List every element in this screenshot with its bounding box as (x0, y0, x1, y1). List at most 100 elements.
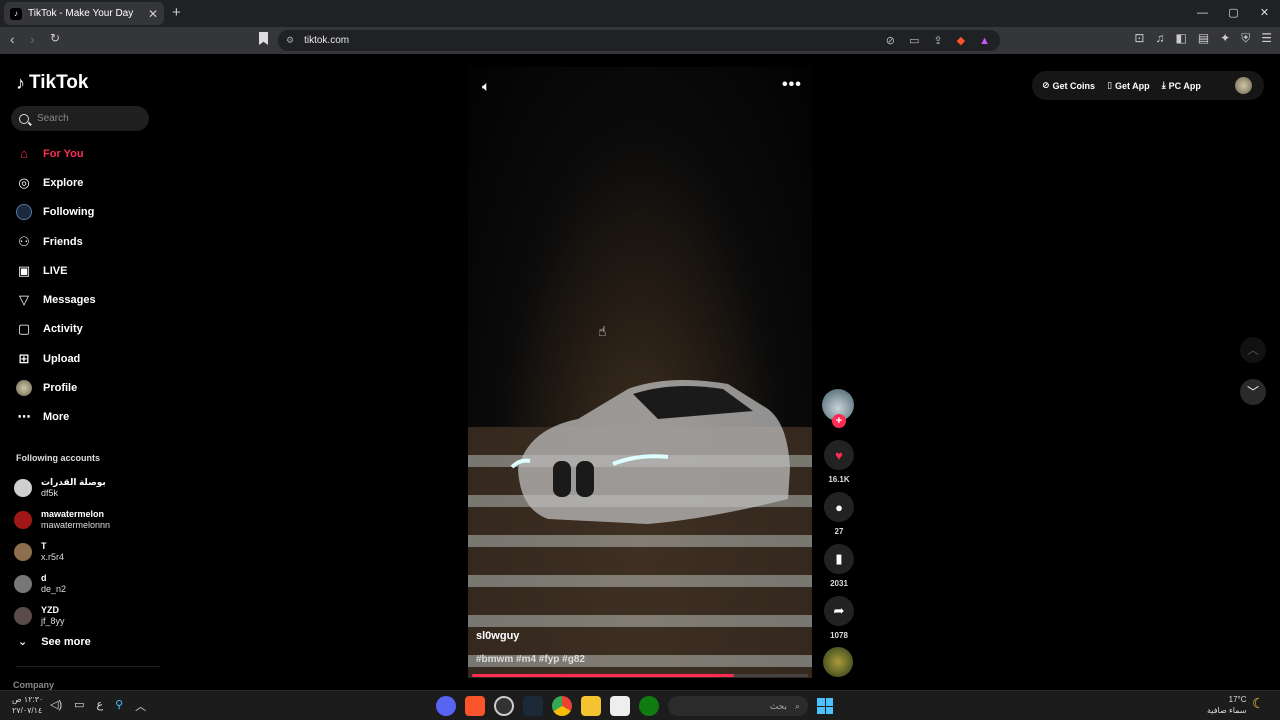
volume-icon[interactable]: 🔈︎ (482, 78, 490, 95)
share-icon[interactable]: ⇪ (933, 34, 942, 47)
forward-icon[interactable]: › (30, 31, 35, 47)
windows-start-icon[interactable] (817, 698, 833, 714)
clock-time: ١٢:٣٠ ص (12, 695, 44, 704)
nav-label: Explore (43, 176, 84, 189)
taskbar-clock[interactable]: ١٢:٣٠ ص ٢٧/٠٧/١٤ (12, 694, 43, 716)
get-app-button[interactable]: ▯ Get App (1107, 80, 1150, 91)
taskbar-weather[interactable]: 17°C سماء صافية (1207, 694, 1247, 716)
site-info-icon[interactable]: ⚙ (286, 35, 294, 46)
vpn-icon[interactable]: ⛨ (1241, 31, 1250, 46)
video-progress-bar[interactable] (472, 674, 808, 677)
nav-item-following[interactable]: Following (0, 198, 160, 227)
tiktok-logo[interactable]: ♪ TikTok (16, 72, 88, 94)
new-tab-button[interactable]: + (172, 4, 181, 21)
following-account-item[interactable]: d de_n2 (14, 568, 154, 600)
tray-expand-icon[interactable]: ︿ (135, 698, 146, 714)
cast-icon[interactable]: ▭ (909, 34, 919, 47)
display-icon[interactable]: ▭ (74, 698, 84, 714)
store-icon[interactable] (610, 696, 630, 716)
brave-rewards-icon[interactable]: ▲ (979, 35, 990, 47)
search-input[interactable]: Search (11, 106, 149, 131)
tiktok-favicon-icon: ♪ (10, 7, 22, 20)
search-placeholder: Search (37, 113, 69, 124)
minimize-button[interactable]: — (1187, 0, 1218, 27)
company-link[interactable]: Company (13, 680, 54, 690)
language-indicator[interactable]: ع (97, 698, 104, 714)
comment-icon[interactable]: ● (824, 492, 854, 522)
discord-icon[interactable] (436, 696, 456, 716)
share-count: 1078 (830, 631, 848, 640)
pc-app-button[interactable]: ⤓ PC App (1162, 80, 1201, 91)
bookmark-icon[interactable] (259, 32, 268, 45)
nav-item-for-you[interactable]: ⌂ For You (0, 139, 160, 168)
nav-item-explore[interactable]: ◎ Explore (0, 168, 160, 197)
bookmark-save-icon[interactable]: ▮ (824, 544, 854, 574)
nav-item-activity[interactable]: ▢ Activity (0, 315, 160, 344)
get-coins-button[interactable]: ⊘ Get Coins (1042, 80, 1095, 91)
url-field[interactable]: ⚙ tiktok.com ⊘ ▭ ⇪ ◆ ▲ (278, 30, 1000, 51)
following-account-item[interactable]: YZD jf_8yy (14, 600, 154, 632)
brave-icon[interactable] (465, 696, 485, 716)
taskbar-search[interactable]: بحث ⌕ (668, 696, 808, 716)
previous-video-button[interactable]: ︿ (1240, 337, 1266, 363)
nav-item-more[interactable]: ⋯ More (0, 403, 160, 432)
screenshot-icon[interactable]: ⊡ (1134, 31, 1144, 46)
video-player[interactable] (468, 67, 812, 678)
creator-avatar[interactable]: + (822, 389, 854, 428)
nav-item-upload[interactable]: ⊞ Upload (0, 344, 160, 373)
save-action[interactable]: ▮ 2031 (823, 544, 855, 588)
video-tags[interactable]: #bmwm #m4 #fyp #g82 (476, 654, 585, 665)
like-action[interactable]: ♥ 16.1K (823, 440, 855, 484)
following-accounts-list: بوصلة القدرات df5k mawatermelon mawatermel… (14, 472, 154, 632)
heart-icon[interactable]: ♥ (824, 440, 854, 470)
user-avatar[interactable] (1235, 77, 1252, 94)
next-video-button[interactable]: ﹀ (1240, 379, 1266, 405)
close-window-button[interactable]: ✕ (1249, 0, 1280, 27)
taskbar-search-text: بحث (769, 700, 787, 711)
music-icon[interactable]: ♫ (1155, 31, 1164, 46)
speaker-icon[interactable]: ◁) (50, 698, 62, 714)
like-count: 16.1K (828, 475, 850, 484)
address-bar-row: ‹ › ↻ ⚙ tiktok.com ⊘ ▭ ⇪ ◆ ▲ ⊡ ♫ ◧ ▤ ✦ ⛨… (0, 27, 1280, 54)
chrome-icon[interactable] (552, 696, 572, 716)
follow-plus-icon[interactable]: + (832, 414, 846, 428)
comment-action[interactable]: ● 27 (823, 492, 855, 536)
brave-shield-icon[interactable]: ◆ (957, 34, 965, 47)
weather-desc: سماء صافية (1207, 706, 1247, 715)
tiktok-note-icon: ♪ (16, 72, 25, 93)
sidebar: ♪ TikTok Search ⌂ For You ◎ Explore Foll… (0, 54, 160, 690)
avatar (14, 479, 32, 497)
music-disc-icon[interactable] (823, 647, 853, 677)
steam-icon[interactable] (523, 696, 543, 716)
video-author[interactable]: sl0wguy (476, 630, 519, 642)
share-arrow-icon[interactable]: ➦ (824, 596, 854, 626)
see-more-button[interactable]: ⌄ See more (18, 635, 91, 649)
mic-icon[interactable]: ⚲ (115, 698, 123, 714)
nav-item-live[interactable]: ▣ LIVE (0, 256, 160, 285)
browser-tab[interactable]: ♪ TikTok - Make Your Day ✕ (4, 2, 164, 25)
reload-icon[interactable]: ↻ (50, 31, 60, 45)
obs-icon[interactable] (494, 696, 514, 716)
leo-ai-icon[interactable]: ✦ (1220, 31, 1230, 46)
wallet-icon[interactable]: ▤ (1198, 31, 1209, 46)
nav-label: Activity (43, 323, 83, 336)
following-account-item[interactable]: Tx.r5r4 (14, 536, 154, 568)
reader-mode-icon[interactable]: ⊘ (886, 34, 895, 47)
share-action[interactable]: ➦ 1078 (823, 596, 855, 640)
tab-close-icon[interactable]: ✕ (148, 7, 158, 21)
nav-item-profile[interactable]: Profile (0, 373, 160, 402)
nav-item-messages[interactable]: ▽ Messages (0, 285, 160, 314)
file-explorer-icon[interactable] (581, 696, 601, 716)
window-controls: — ▢ ✕ (1187, 0, 1280, 27)
compass-icon: ◎ (18, 174, 30, 190)
following-account-item[interactable]: بوصلة القدرات df5k (14, 472, 154, 504)
nav-item-friends[interactable]: ⚇ Friends (0, 227, 160, 256)
back-icon[interactable]: ‹ (10, 31, 15, 47)
more-options-icon[interactable]: ••• (782, 76, 802, 94)
menu-icon[interactable]: ☰ (1261, 31, 1272, 46)
avatar (14, 575, 32, 593)
sidebar-toggle-icon[interactable]: ◧ (1175, 31, 1186, 46)
following-account-item[interactable]: mawatermelon mawatermelonnn (14, 504, 154, 536)
maximize-button[interactable]: ▢ (1218, 0, 1249, 27)
xbox-icon[interactable] (639, 696, 659, 716)
